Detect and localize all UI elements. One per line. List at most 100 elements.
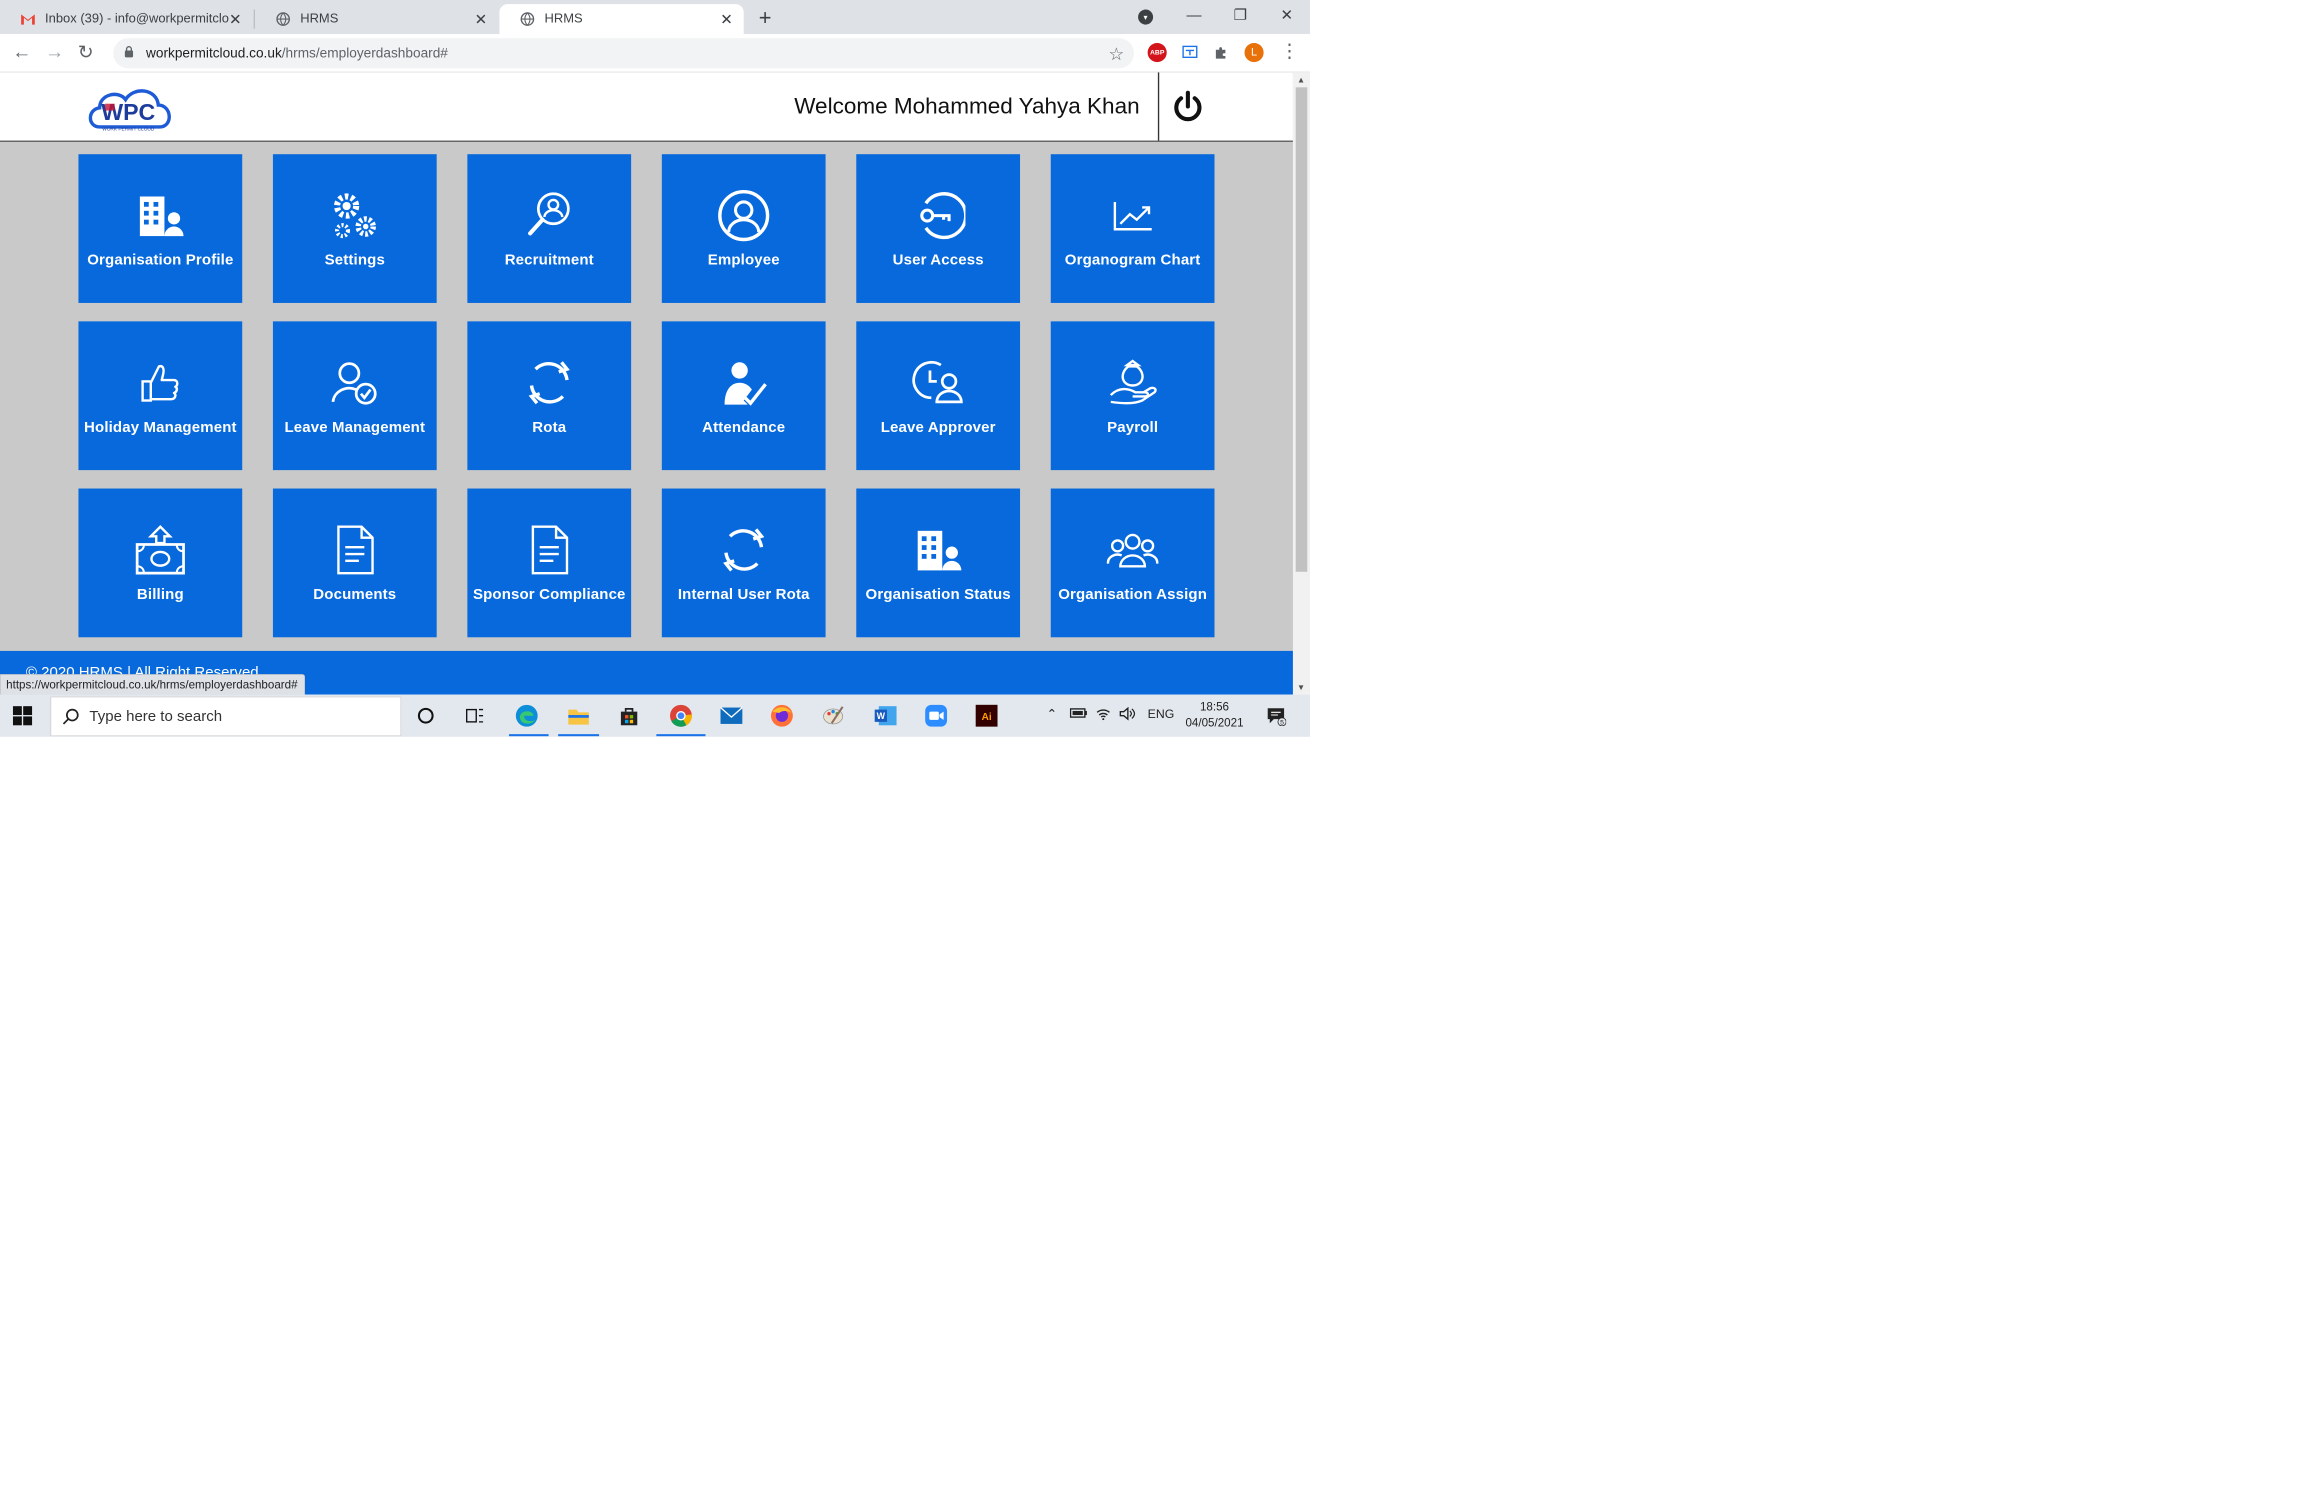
volume-icon[interactable] <box>1119 706 1136 724</box>
store-icon[interactable] <box>617 703 642 728</box>
scroll-up-icon[interactable]: ▲ <box>1297 75 1305 85</box>
tab-hrms-active[interactable]: HRMS ✕ <box>499 4 744 35</box>
paint-icon[interactable] <box>821 703 846 728</box>
tab-gmail[interactable]: Inbox (39) - info@workpermitclo ✕ <box>0 4 252 34</box>
lock-icon <box>124 45 134 61</box>
trend-chart-icon <box>1113 201 1152 231</box>
profile-avatar[interactable]: L <box>1244 42 1264 63</box>
word-icon[interactable]: W <box>873 703 898 728</box>
tile-sponsor-compliance[interactable]: Sponsor Compliance <box>467 488 632 638</box>
tile-leave-management[interactable]: Leave Management <box>272 321 437 471</box>
search-placeholder: Type here to search <box>89 707 223 725</box>
bookmark-star-icon[interactable]: ☆ <box>1109 44 1125 65</box>
tab-hrms-1[interactable]: HRMS ✕ <box>255 4 498 34</box>
firefox-icon[interactable] <box>770 703 795 728</box>
extensions-puzzle-icon[interactable] <box>1212 43 1231 62</box>
tile-settings[interactable]: Settings <box>272 154 437 303</box>
edge-icon[interactable] <box>514 703 539 728</box>
search-user-icon <box>528 192 570 236</box>
tile-user-access[interactable]: User Access <box>856 154 1021 303</box>
taskbar-search-box[interactable]: Type here to search <box>50 696 402 737</box>
tile-leave-approver[interactable]: Leave Approver <box>856 321 1021 471</box>
tile-label: Organisation Assign <box>1058 585 1208 603</box>
user-check-icon <box>331 362 377 405</box>
minimize-icon[interactable]: — <box>1171 0 1217 31</box>
document-icon <box>531 525 569 575</box>
tile-label: Internal User Rota <box>677 585 810 603</box>
tile-employee[interactable]: Employee <box>661 154 826 303</box>
globe-icon <box>520 12 535 27</box>
globe-icon <box>276 12 291 27</box>
scroll-down-icon[interactable]: ▼ <box>1297 682 1305 692</box>
explorer-active-indicator <box>558 734 600 737</box>
profile-initial: L <box>1251 46 1258 58</box>
svg-text:W: W <box>877 711 886 721</box>
clock-time: 18:56 <box>1199 700 1230 714</box>
show-hidden-icons-icon[interactable]: ⌃ <box>1047 707 1057 721</box>
tile-recruitment[interactable]: Recruitment <box>467 154 632 303</box>
header-divider <box>1157 72 1160 141</box>
battery-icon[interactable] <box>1069 707 1088 723</box>
notification-count: 5 <box>1280 720 1284 726</box>
close-tab-icon[interactable]: ✕ <box>229 11 242 29</box>
tile-documents[interactable]: Documents <box>272 488 437 638</box>
welcome-text: Welcome Mohammed Yahya Khan <box>794 92 1140 119</box>
tile-billing[interactable]: Billing <box>78 488 243 638</box>
tab-search-icon[interactable]: ▾ <box>1138 9 1154 25</box>
close-window-icon[interactable]: ✕ <box>1264 0 1310 31</box>
svg-text:Ai: Ai <box>981 712 991 723</box>
forward-arrow-icon[interactable]: → <box>45 41 64 63</box>
taskbar-clock[interactable]: 18:56 04/05/2021 <box>1174 699 1256 732</box>
tile-organisation-assign[interactable]: Organisation Assign <box>1050 488 1215 638</box>
url-text: workpermitcloud.co.uk/hrms/employerdashb… <box>146 45 448 61</box>
task-view-icon[interactable] <box>463 703 488 728</box>
chrome-icon[interactable] <box>669 703 694 728</box>
close-tab-icon[interactable]: ✕ <box>720 11 733 29</box>
users-group-icon <box>1106 533 1159 568</box>
chrome-active-indicator <box>656 734 706 737</box>
user-tick-icon <box>724 362 767 406</box>
address-bar[interactable]: workpermitcloud.co.uk/hrms/employerdashb… <box>113 38 1134 69</box>
thumbs-up-icon <box>141 364 179 402</box>
windows-start-icon[interactable] <box>12 705 33 726</box>
file-explorer-icon[interactable] <box>566 703 591 728</box>
scrollbar-thumb[interactable] <box>1295 87 1308 572</box>
refresh-icon <box>528 361 570 405</box>
browser-menu-icon[interactable]: ⋮ <box>1280 40 1299 63</box>
close-tab-icon[interactable]: ✕ <box>475 11 488 29</box>
tab-title: HRMS <box>300 11 339 26</box>
notification-center-icon[interactable]: 5 <box>1264 703 1289 728</box>
new-tab-icon[interactable]: + <box>759 5 772 30</box>
clock-user-icon <box>912 360 963 404</box>
tile-organogram-chart[interactable]: Organogram Chart <box>1050 154 1215 303</box>
mail-icon[interactable] <box>719 703 744 728</box>
tile-internal-user-rota[interactable]: Internal User Rota <box>661 488 826 638</box>
zoom-icon[interactable] <box>924 703 949 728</box>
back-arrow-icon[interactable]: ← <box>12 41 31 63</box>
cortana-icon[interactable] <box>413 703 438 728</box>
translate-extension-icon[interactable] <box>1180 43 1199 62</box>
tile-organisation-profile[interactable]: Organisation Profile <box>78 154 243 303</box>
tile-organisation-status[interactable]: Organisation Status <box>856 488 1021 638</box>
windows-taskbar: Type here to search W Ai ⌃ ENG 18:56 04/… <box>0 694 1311 737</box>
key-icon <box>920 192 966 240</box>
power-logout-icon[interactable] <box>1171 90 1205 124</box>
tile-holiday-management[interactable]: Holiday Management <box>78 321 243 471</box>
tile-rota[interactable]: Rota <box>467 321 632 471</box>
language-indicator[interactable]: ENG <box>1148 707 1175 721</box>
reload-icon[interactable]: ↻ <box>78 41 94 64</box>
tile-attendance[interactable]: Attendance <box>661 321 826 471</box>
url-path: /hrms/employerdashboard# <box>281 45 448 61</box>
illustrator-icon[interactable]: Ai <box>974 703 999 728</box>
tile-label: Settings <box>324 251 385 269</box>
restore-icon[interactable]: ❐ <box>1217 0 1263 31</box>
page-scrollbar[interactable]: ▲ ▼ <box>1292 72 1311 695</box>
tile-label: Recruitment <box>504 251 594 269</box>
tile-label: Holiday Management <box>84 418 237 436</box>
status-bar-url: https://workpermitcloud.co.uk/hrms/emplo… <box>0 674 306 695</box>
wpc-logo[interactable]: WPC WORK PERMIT CLOUD <box>86 79 175 136</box>
wifi-icon[interactable] <box>1096 707 1111 724</box>
money-upload-icon <box>135 525 185 575</box>
adblock-icon[interactable]: ABP <box>1147 42 1167 63</box>
tile-payroll[interactable]: Payroll <box>1050 321 1215 471</box>
